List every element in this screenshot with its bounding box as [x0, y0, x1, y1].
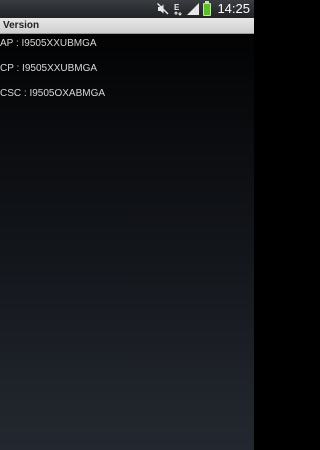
version-csc: CSC : I9505OXABMGA [0, 88, 106, 99]
status-bar: E 14:25 [0, 0, 254, 18]
screen: E 14:25 Version AP : I9505XXUBMGA CP : I… [0, 0, 254, 450]
battery-icon [203, 0, 212, 16]
version-ap: AP : I9505XXUBMGA [0, 38, 97, 49]
mute-icon [157, 3, 169, 15]
status-clock: 14:25 [217, 1, 250, 16]
version-list: AP : I9505XXUBMGA CP : I9505XXUBMGA CSC … [0, 36, 105, 111]
status-icons: E 14:25 [153, 0, 250, 18]
version-cp: CP : I9505XXUBMGA [0, 63, 98, 74]
svg-text:E: E [174, 3, 180, 12]
signal-icon [187, 3, 200, 15]
network-e-icon: E [173, 2, 183, 16]
title-bar: Version [0, 18, 254, 34]
page-title: Version [3, 20, 40, 31]
